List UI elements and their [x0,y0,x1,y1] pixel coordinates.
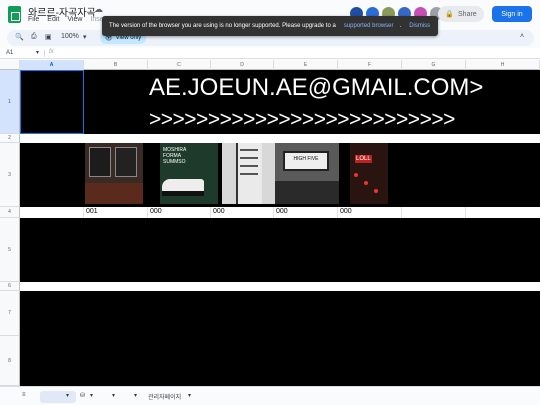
column-header-f[interactable]: F [338,60,402,70]
gridline [465,207,466,218]
chevron-down-icon[interactable]: ▾ [66,392,69,399]
gridline [210,207,211,218]
wall-shape [275,181,339,204]
formula-bar: A1 ▾ fx [0,48,540,59]
sign-caption: HIGH FIVE [293,156,319,162]
row-header-5[interactable]: 5 [0,218,20,282]
lock-icon: 🔒 [445,11,455,18]
print-icon[interactable]: ⎙ [31,33,37,41]
poster-shape [89,147,111,177]
cell-c4[interactable]: 000 [150,208,162,215]
cell-e4[interactable]: 000 [276,208,288,215]
zoom-select[interactable]: 100% [61,33,79,40]
chevron-down-icon[interactable]: ▾ [112,392,115,399]
column-header-a[interactable]: A [20,60,84,70]
unsupported-browser-toast: The version of the browser you are using… [102,16,438,36]
column-header-b[interactable]: B [84,60,148,70]
row-header-4[interactable]: 4 [0,207,20,218]
menu-edit[interactable]: Edit [47,16,59,23]
gridline [273,207,274,218]
cell-d4[interactable]: 000 [213,208,225,215]
row-7-8-banner [20,291,540,386]
menu-file[interactable]: File [28,16,39,23]
poster-caption: MOSHIRA FORMA SUMMSO [163,147,187,165]
search-icon[interactable]: 🔍 [15,33,24,41]
dismiss-button[interactable]: Dismiss [409,23,430,29]
column-header-e[interactable]: E [274,60,338,70]
cell-reference[interactable]: A1 [6,50,13,56]
email-heading[interactable]: AE.JOEUN.AE@GMAIL.COM> [149,74,483,102]
red-lamp-photo[interactable]: LOLL [350,143,388,204]
sheets-logo-icon[interactable] [8,6,21,23]
column-header-h[interactable]: H [466,60,540,70]
cloud-status-icon[interactable]: ☁ [94,4,103,15]
signboard-photo[interactable]: HIGH FIVE [275,143,339,204]
chevron-down-icon[interactable]: ▾ [188,392,191,399]
row-header-7[interactable]: 7 [0,291,20,336]
row-5-banner [20,218,540,282]
menu-bar: File Edit View Insert [28,16,108,23]
poster-shape [115,147,137,177]
chevron-down-icon[interactable]: ▾ [83,33,87,41]
all-sheets-icon[interactable]: ≡ [22,392,26,398]
sign-in-button[interactable]: Sign in [492,6,532,22]
select-all-corner[interactable] [0,60,20,70]
text-line-shape [240,157,258,159]
gridline [401,207,402,218]
sheet-tab-bar: ≡ ▾ ⛁ ▾ ▾ ▾ 관리자페이지 ▾ [0,386,540,405]
share-button[interactable]: 🔒 Share [438,6,484,22]
lamp-caption: LOLL [355,155,372,163]
toast-dot: . [399,23,402,29]
active-sheet-tab[interactable] [40,391,76,403]
sole-shape [162,191,204,196]
column-header-c[interactable]: C [148,60,211,70]
toast-message: The version of the browser you are using… [109,23,336,29]
share-label: Share [458,10,477,18]
column-headers: A B C D E F G H [0,60,540,70]
chevron-up-icon[interactable]: ˄ [520,33,524,40]
wall-shape [85,183,143,204]
chevron-down-icon[interactable]: ▾ [36,49,39,56]
tall-poster-photo[interactable] [222,143,280,204]
row-header-3[interactable]: 3 [0,143,20,207]
column-header-g[interactable]: G [402,60,466,70]
selected-cell-a1[interactable] [20,70,84,134]
row-header-6[interactable]: 6 [0,282,20,291]
supported-browser-link[interactable]: supported browser [344,23,394,29]
cell-b4[interactable]: 001 [86,208,98,215]
divider [44,50,45,57]
menu-view[interactable]: View [67,16,82,23]
row-header-8[interactable]: 8 [0,336,20,386]
gridline [83,207,84,218]
text-line-shape [240,165,258,167]
light-shape [374,189,378,193]
light-shape [364,181,368,185]
row-header-1[interactable]: 1 [0,70,20,134]
wall-posters-photo[interactable] [85,143,143,204]
gridline [147,207,148,218]
arrow-line[interactable]: >>>>>>>>>>>>>>>>>>>>>>>>>> [149,108,455,132]
sneaker-poster-photo[interactable]: MOSHIRA FORMA SUMMSO [160,143,218,204]
fx-icon: fx [49,49,54,55]
paint-format-icon[interactable]: ▣ [45,33,52,41]
text-line-shape [240,173,258,175]
sheet-lock-icon[interactable]: ⛁ [80,392,85,399]
row-header-2[interactable]: 2 [0,134,20,143]
column-header-d[interactable]: D [211,60,274,70]
text-line-shape [240,149,258,151]
cell-f4[interactable]: 000 [340,208,352,215]
gridline [337,207,338,218]
sheet-tab-admin[interactable]: 관리자페이지 [148,392,181,401]
chevron-down-icon[interactable]: ▾ [90,392,93,399]
light-shape [354,173,358,177]
chevron-down-icon[interactable]: ▾ [134,392,137,399]
